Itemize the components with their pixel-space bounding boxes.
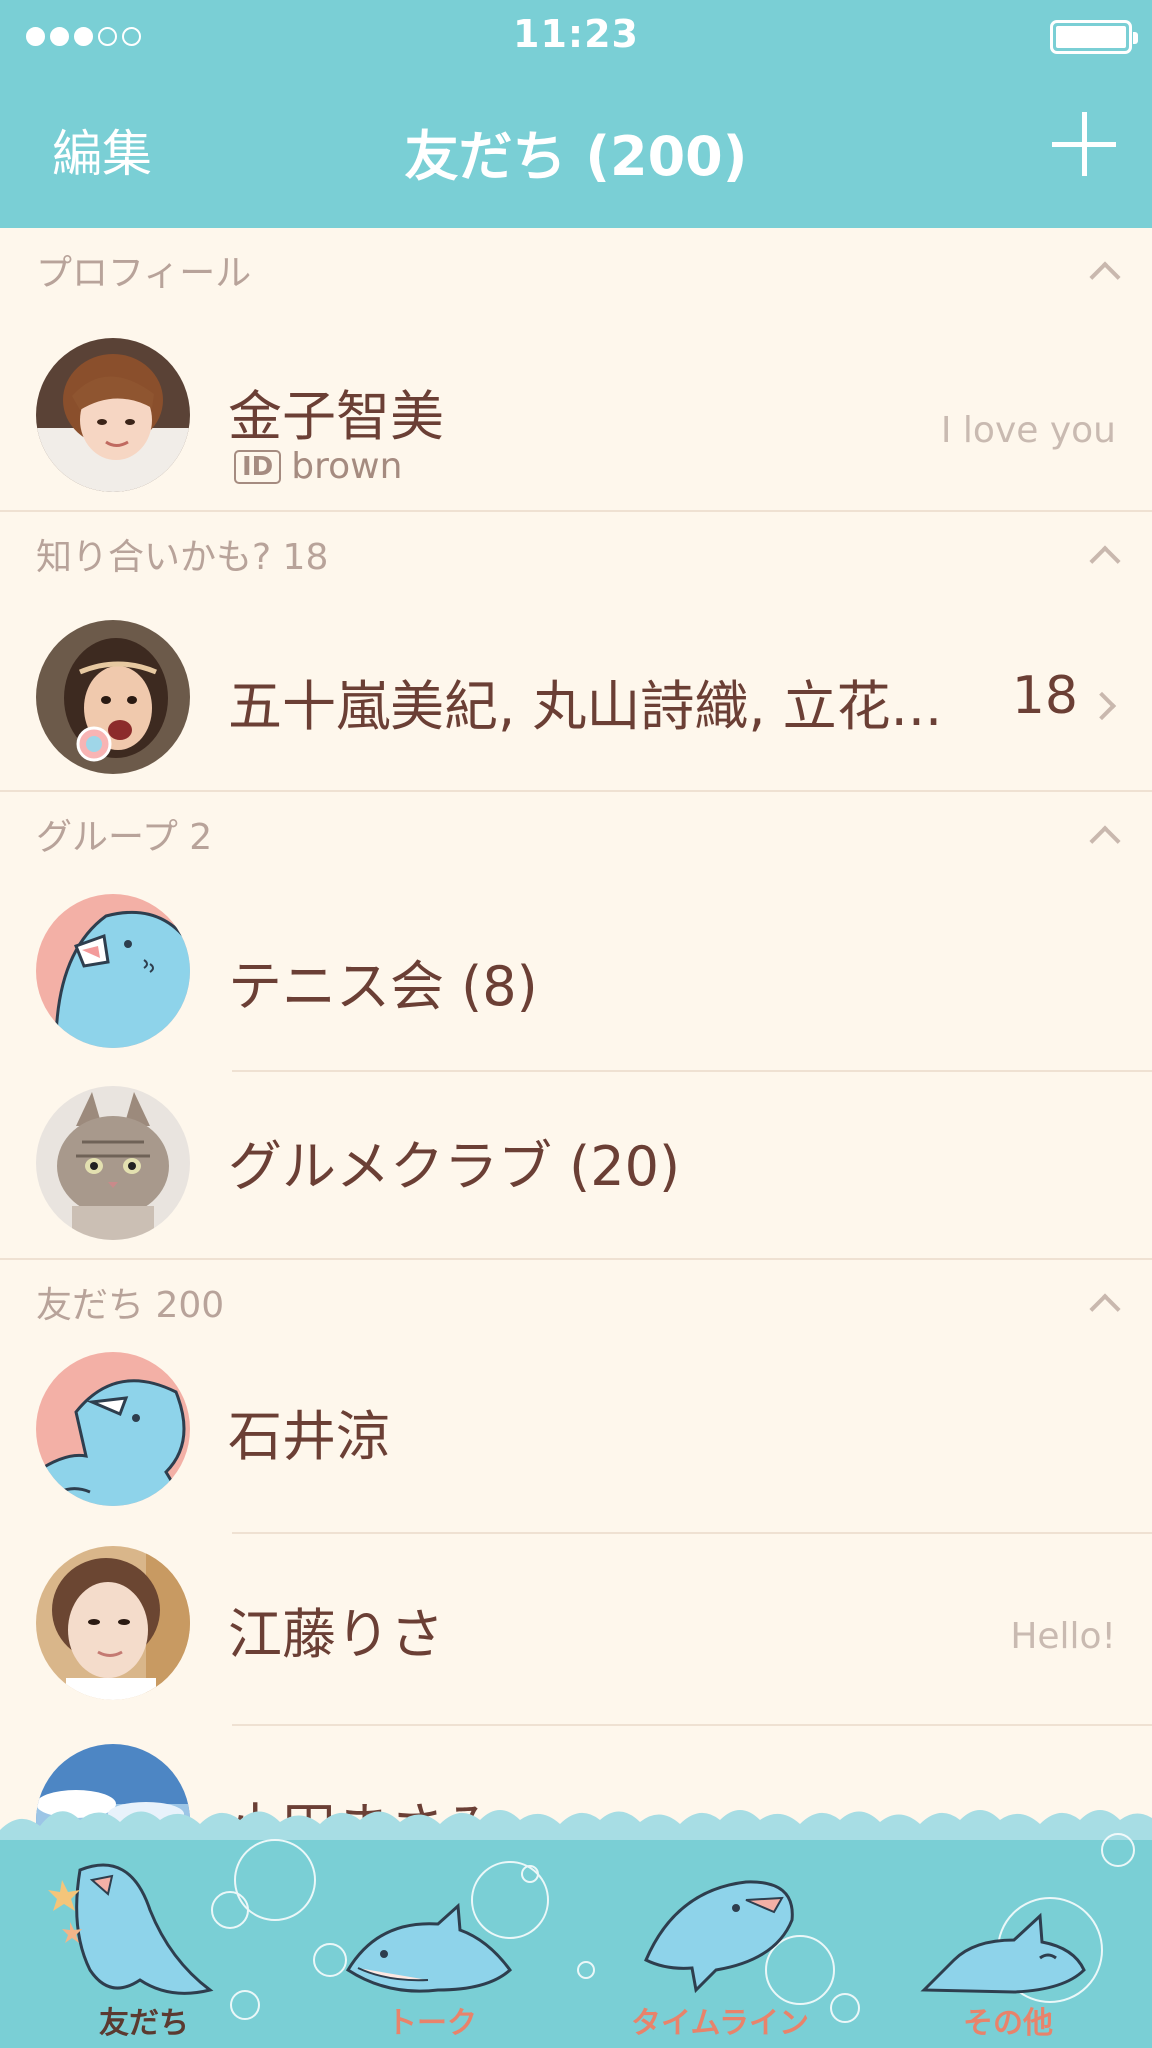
status-bar: 11:23 — [0, 0, 1152, 72]
suggested-count: 18 — [1011, 666, 1078, 726]
tab-talk[interactable]: トーク — [288, 1850, 576, 2048]
profile-name: 金子智美 — [228, 385, 444, 448]
friend-name: 石井涼 — [228, 1405, 390, 1468]
section-title: 知り合いかも? 18 — [36, 537, 329, 578]
section-header-friends[interactable]: 友だち 200 — [0, 1258, 1152, 1348]
profile-id: ID brown — [234, 446, 402, 487]
tab-timeline[interactable]: タイムライン — [576, 1850, 864, 2048]
id-value: brown — [291, 446, 403, 487]
section-title: グループ 2 — [36, 817, 213, 858]
tab-label: その他 — [963, 2006, 1053, 2041]
tab-bar: 友だち トーク タイムライン その他 — [0, 1790, 1152, 2048]
avatar — [36, 620, 190, 774]
section-header-profile[interactable]: プロフィール — [0, 228, 1152, 318]
avatar — [36, 1086, 190, 1240]
battery-icon — [1050, 20, 1138, 54]
status-message: Hello! — [1010, 1616, 1116, 1657]
tab-friends[interactable]: 友だち — [0, 1850, 288, 2048]
add-friend-plus-icon[interactable] — [1052, 112, 1116, 176]
row-divider — [232, 1724, 1152, 1726]
tab-other[interactable]: その他 — [864, 1850, 1152, 2048]
row-divider — [232, 1532, 1152, 1534]
status-time: 11:23 — [513, 12, 639, 56]
group-name: テニス会 (8) — [228, 955, 538, 1018]
section-header-suggested[interactable]: 知り合いかも? 18 — [0, 510, 1152, 600]
avatar — [36, 1546, 190, 1700]
collapse-caret-icon[interactable] — [1089, 1293, 1121, 1325]
row-divider — [232, 1070, 1152, 1072]
section-title: 友だち 200 — [36, 1285, 225, 1326]
page-title: 友だち (200) — [404, 125, 748, 188]
group-row[interactable]: グルメクラブ (20) — [0, 1070, 1152, 1258]
suggested-friends-row[interactable]: 五十嵐美紀, 丸山詩織, 立花... 18 — [0, 600, 1152, 790]
suggested-names: 五十嵐美紀, 丸山詩織, 立花... — [228, 675, 943, 738]
collapse-caret-icon[interactable] — [1089, 261, 1121, 293]
group-name: グルメクラブ (20) — [228, 1135, 681, 1198]
avatar — [36, 1352, 190, 1506]
avatar — [36, 894, 190, 1048]
friend-row[interactable]: 石井涼 — [0, 1348, 1152, 1532]
group-row[interactable]: テニス会 (8) — [0, 880, 1152, 1070]
tab-label: タイムライン — [631, 2006, 809, 2041]
tab-label: 友だち — [99, 2006, 189, 2041]
section-header-groups[interactable]: グループ 2 — [0, 790, 1152, 880]
chevron-right-icon[interactable] — [1087, 691, 1117, 721]
profile-row[interactable]: 金子智美 ID brown I love you — [0, 318, 1152, 510]
tab-label: トーク — [387, 2006, 477, 2041]
collapse-caret-icon[interactable] — [1089, 545, 1121, 577]
friend-name: 江藤りさ — [228, 1603, 444, 1666]
friend-row[interactable]: 江藤りさ Hello! — [0, 1532, 1152, 1724]
nav-bar: 編集 友だち (200) — [0, 72, 1152, 228]
id-badge: ID — [234, 449, 282, 484]
collapse-caret-icon[interactable] — [1089, 825, 1121, 857]
section-title: プロフィール — [36, 253, 252, 294]
status-message: I love you — [940, 410, 1116, 451]
avatar — [36, 338, 190, 492]
friend-list: プロフィール 金子智美 ID brown I love you 知り合いかも? … — [0, 228, 1152, 1898]
